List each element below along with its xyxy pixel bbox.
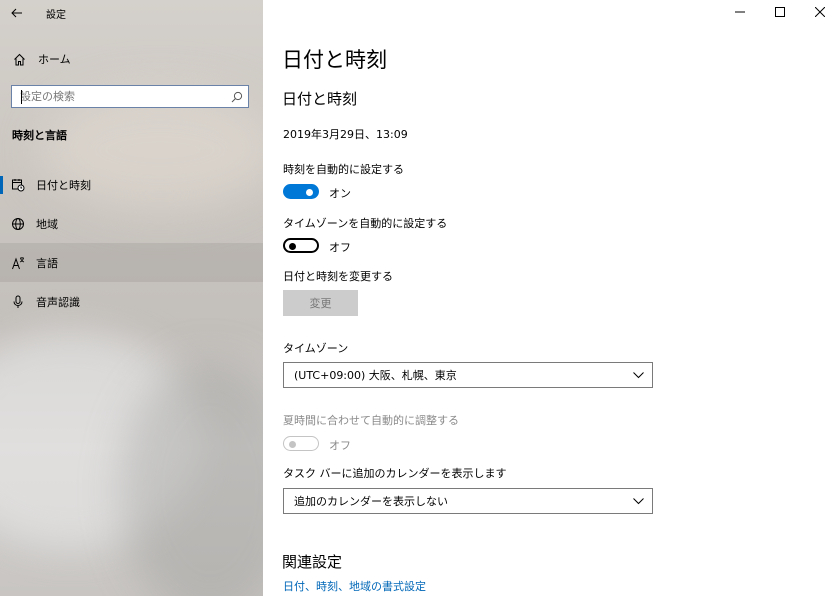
calendar-label: タスク バーに追加のカレンダーを表示します	[283, 467, 507, 480]
toggle-knob	[289, 441, 296, 448]
sidebar-item-label: 音声認識	[36, 295, 80, 309]
minimize-icon	[735, 11, 745, 13]
sidebar-item-label: 言語	[36, 256, 58, 270]
section-title: 日付と時刻	[282, 90, 358, 108]
sidebar-item-label: ホーム	[38, 53, 71, 66]
chevron-down-icon	[633, 497, 644, 504]
calendar-value: 追加のカレンダーを表示しない	[294, 495, 448, 508]
sidebar-item-region[interactable]: 地域	[0, 204, 263, 243]
calendar-clock-icon	[0, 178, 36, 192]
current-datetime: 2019年3月29日、13:09	[283, 128, 408, 141]
timezone-label: タイムゾーン	[283, 342, 349, 355]
sidebar-item-language[interactable]: 言語	[0, 243, 263, 282]
home-icon	[0, 53, 38, 66]
page-title: 日付と時刻	[282, 48, 387, 72]
dst-state: オフ	[329, 439, 351, 452]
back-button[interactable]	[0, 0, 34, 26]
auto-time-state: オン	[329, 187, 351, 200]
search-input[interactable]	[12, 87, 226, 106]
app-title: 設定	[46, 9, 66, 21]
chevron-down-icon	[633, 371, 644, 378]
calendar-dropdown[interactable]: 追加のカレンダーを表示しない	[283, 488, 653, 514]
selection-indicator	[0, 176, 3, 194]
language-icon	[0, 256, 36, 270]
toggle-knob	[289, 243, 296, 250]
main-panel: 日付と時刻 日付と時刻 2019年3月29日、13:09 時刻を自動的に設定する…	[263, 0, 840, 596]
auto-timezone-state: オフ	[329, 241, 351, 254]
auto-time-toggle[interactable]	[283, 184, 319, 199]
auto-timezone-toggle[interactable]	[283, 238, 319, 253]
search-box[interactable]	[11, 85, 249, 108]
change-button[interactable]: 変更	[283, 290, 358, 316]
auto-time-label: 時刻を自動的に設定する	[283, 163, 404, 176]
window-controls	[720, 0, 840, 24]
sidebar-item-label: 日付と時刻	[36, 178, 91, 192]
dst-label: 夏時間に合わせて自動的に調整する	[283, 414, 459, 427]
sidebar-item-label: 地域	[36, 217, 58, 231]
sidebar-item-speech[interactable]: 音声認識	[0, 282, 263, 321]
title-bar: 設定	[0, 0, 263, 26]
close-button[interactable]	[800, 0, 840, 24]
search-icon[interactable]	[226, 91, 248, 103]
minimize-button[interactable]	[720, 0, 760, 24]
timezone-value: (UTC+09:00) 大阪、札幌、東京	[294, 369, 457, 382]
close-icon	[815, 7, 825, 17]
back-arrow-icon	[11, 8, 22, 18]
sidebar: 設定 ホーム 時刻と言語 日付と時刻 地域 言語	[0, 0, 263, 596]
sidebar-section-title: 時刻と言語	[12, 129, 67, 142]
maximize-button[interactable]	[760, 0, 800, 24]
toggle-knob	[306, 189, 313, 196]
microphone-icon	[0, 295, 36, 309]
timezone-dropdown[interactable]: (UTC+09:00) 大阪、札幌、東京	[283, 362, 653, 388]
globe-icon	[0, 217, 36, 231]
related-settings-title: 関連設定	[282, 553, 343, 571]
dst-toggle[interactable]	[283, 436, 319, 451]
maximize-icon	[775, 7, 785, 17]
sidebar-item-home[interactable]: ホーム	[0, 46, 263, 72]
format-settings-link[interactable]: 日付、時刻、地域の書式設定	[283, 578, 426, 594]
auto-timezone-label: タイムゾーンを自動的に設定する	[283, 217, 448, 230]
sidebar-item-date-time[interactable]: 日付と時刻	[0, 165, 263, 204]
change-datetime-label: 日付と時刻を変更する	[283, 270, 393, 283]
